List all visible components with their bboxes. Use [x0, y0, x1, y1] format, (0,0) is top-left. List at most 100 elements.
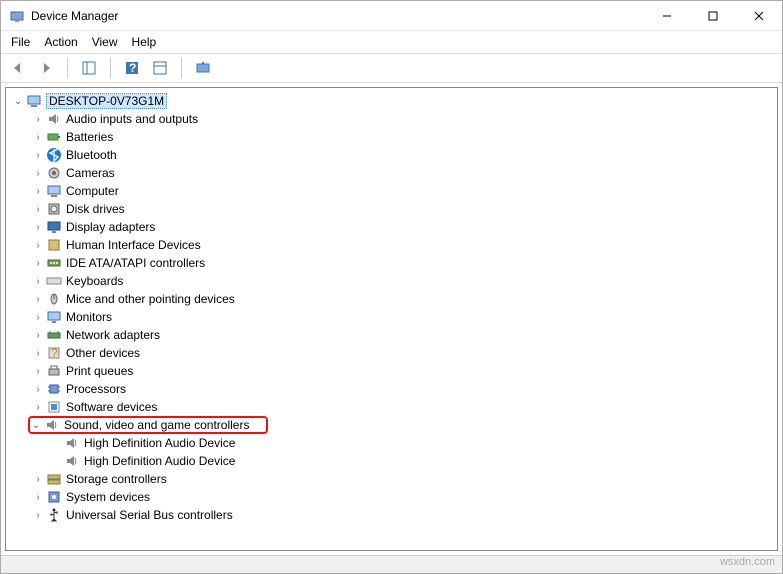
- menu-file[interactable]: File: [11, 35, 30, 49]
- tree-item[interactable]: › Bluetooth: [8, 146, 775, 164]
- menu-view[interactable]: View: [92, 35, 118, 49]
- show-hide-tree-button[interactable]: [78, 57, 100, 79]
- speaker-icon: [64, 453, 80, 469]
- menu-help[interactable]: Help: [132, 35, 157, 49]
- tree-container[interactable]: ⌄ DESKTOP-0V73G1M › Audio inputs and outp…: [5, 87, 778, 551]
- tree-item-label: Keyboards: [66, 274, 123, 288]
- expand-icon[interactable]: ›: [32, 132, 44, 143]
- computer-icon: [26, 93, 42, 109]
- printer-icon: [46, 363, 62, 379]
- storage-icon: [46, 471, 62, 487]
- tree-item-label: Mice and other pointing devices: [66, 292, 235, 306]
- ide-icon: [46, 255, 62, 271]
- root-node[interactable]: ⌄ DESKTOP-0V73G1M: [8, 92, 775, 110]
- tree-item[interactable]: › Network adapters: [8, 326, 775, 344]
- tree-item-label: High Definition Audio Device: [84, 436, 235, 450]
- expand-icon[interactable]: ›: [32, 510, 44, 521]
- expand-icon[interactable]: ›: [32, 474, 44, 485]
- tree-item-label: Cameras: [66, 166, 115, 180]
- system-icon: [46, 489, 62, 505]
- forward-button[interactable]: [35, 57, 57, 79]
- tree-item-label: Print queues: [66, 364, 133, 378]
- expand-icon[interactable]: ›: [32, 168, 44, 179]
- tree-item[interactable]: › Computer: [8, 182, 775, 200]
- expand-icon[interactable]: ›: [32, 258, 44, 269]
- expand-icon[interactable]: ›: [32, 222, 44, 233]
- close-button[interactable]: [736, 1, 782, 31]
- tree-item[interactable]: ›?Other devices: [8, 344, 775, 362]
- tree-item[interactable]: › Software devices: [8, 398, 775, 416]
- expand-icon[interactable]: ›: [32, 150, 44, 161]
- minimize-button[interactable]: [644, 1, 690, 31]
- expand-icon[interactable]: ›: [32, 492, 44, 503]
- menu-action[interactable]: Action: [44, 35, 77, 49]
- expand-icon[interactable]: ›: [32, 402, 44, 413]
- svg-text:?: ?: [51, 346, 58, 360]
- tree-item-label: Disk drives: [66, 202, 125, 216]
- tree-item[interactable]: ›Monitors: [8, 308, 775, 326]
- window-title: Device Manager: [31, 9, 644, 23]
- tree-item-label: Network adapters: [66, 328, 160, 342]
- usb-icon: [46, 507, 62, 523]
- tree-item[interactable]: ›Display adapters: [8, 218, 775, 236]
- expand-icon[interactable]: ›: [32, 294, 44, 305]
- tree-item[interactable]: › System devices: [8, 488, 775, 506]
- tree-item[interactable]: › Print queues: [8, 362, 775, 380]
- tree-item[interactable]: › Mice and other pointing devices: [8, 290, 775, 308]
- watermark: wsxdn.com: [720, 556, 775, 568]
- tree-item[interactable]: ›Universal Serial Bus controllers: [8, 506, 775, 524]
- camera-icon: [46, 165, 62, 181]
- tree-item-label: System devices: [66, 490, 150, 504]
- battery-icon: [46, 129, 62, 145]
- tree-item[interactable]: › Human Interface Devices: [8, 236, 775, 254]
- display-icon: [46, 219, 62, 235]
- tree-item[interactable]: › Batteries: [8, 128, 775, 146]
- tree-item-label: Software devices: [66, 400, 157, 414]
- collapse-icon[interactable]: ⌄: [30, 420, 42, 431]
- maximize-button[interactable]: [690, 1, 736, 31]
- properties-button[interactable]: [149, 57, 171, 79]
- scan-hardware-button[interactable]: [192, 57, 214, 79]
- tree-item-label: Sound, video and game controllers: [64, 418, 249, 432]
- mouse-icon: [46, 291, 62, 307]
- speaker-icon: [46, 111, 62, 127]
- tree-item[interactable]: › Audio inputs and outputs: [8, 110, 775, 128]
- tree-item[interactable]: › Keyboards: [8, 272, 775, 290]
- expand-icon[interactable]: ›: [32, 240, 44, 251]
- expand-icon[interactable]: ›: [32, 312, 44, 323]
- tree-item[interactable]: › Processors: [8, 380, 775, 398]
- tree-item[interactable]: High Definition Audio Device: [8, 452, 775, 470]
- expand-icon[interactable]: ›: [32, 114, 44, 125]
- svg-text:?: ?: [129, 61, 136, 75]
- device-manager-window: Device Manager File Action View Help ? ⌄…: [0, 0, 783, 574]
- tree-item[interactable]: ›IDE ATA/ATAPI controllers: [8, 254, 775, 272]
- back-button[interactable]: [7, 57, 29, 79]
- expand-icon[interactable]: ›: [32, 348, 44, 359]
- expand-icon[interactable]: ›: [32, 276, 44, 287]
- expand-icon[interactable]: ›: [32, 186, 44, 197]
- speaker-icon: [64, 435, 80, 451]
- statusbar: [1, 555, 782, 573]
- network-icon: [46, 327, 62, 343]
- disk-icon: [46, 201, 62, 217]
- expand-icon[interactable]: ›: [32, 384, 44, 395]
- tree-item[interactable]: ›Storage controllers: [8, 470, 775, 488]
- tree-item[interactable]: › Cameras: [8, 164, 775, 182]
- tree-item-label: Processors: [66, 382, 126, 396]
- tree-item[interactable]: High Definition Audio Device: [8, 434, 775, 452]
- tree-item-label: Batteries: [66, 130, 113, 144]
- tree-item[interactable]: ⌄ Sound, video and game controllers: [28, 416, 268, 434]
- expand-icon[interactable]: ›: [32, 366, 44, 377]
- tree-item-label: High Definition Audio Device: [84, 454, 235, 468]
- expand-icon[interactable]: ›: [32, 330, 44, 341]
- tree-item-label: Audio inputs and outputs: [66, 112, 198, 126]
- collapse-icon[interactable]: ⌄: [12, 96, 24, 107]
- tree-item-label: Human Interface Devices: [66, 238, 201, 252]
- tree-item-label: Bluetooth: [66, 148, 117, 162]
- expand-icon[interactable]: ›: [32, 204, 44, 215]
- help-button[interactable]: ?: [121, 57, 143, 79]
- toolbar: ?: [1, 54, 782, 83]
- speaker-icon: [44, 417, 60, 433]
- tree-item[interactable]: › Disk drives: [8, 200, 775, 218]
- tree-item-label: Computer: [66, 184, 119, 198]
